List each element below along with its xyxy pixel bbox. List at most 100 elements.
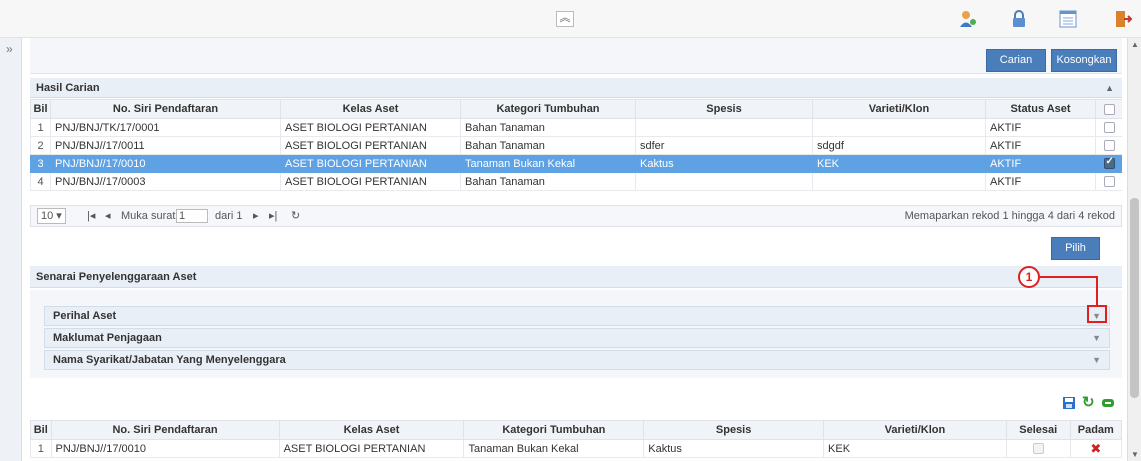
row-kelas: ASET BIOLOGI PERTANIAN [280,172,461,191]
collapse-header-button[interactable]: ︽ [556,11,574,27]
checkbox-icon[interactable] [1103,140,1115,152]
col-kelas-aset[interactable]: Kelas Aset [280,99,461,119]
page-size-select[interactable]: 10 ▾ [37,208,66,224]
table-row[interactable]: 2 PNJ/BNJ//17/0011 ASET BIOLOGI PERTANIAN B… [30,136,1122,155]
callout-highlight-box [1087,305,1107,323]
row-spesis [635,118,813,137]
row-bil: 4 [30,172,51,191]
search-toolbar [30,38,1122,74]
search-button[interactable]: Carian [986,49,1046,72]
col-varieti: Varieti/Klon [823,420,1007,440]
row-varieti: sdgdf [812,136,986,155]
col-varieti[interactable]: Varieti/Klon [812,99,986,119]
page-scrollbar[interactable]: ▲ ▼ [1127,38,1141,461]
panel-maklumat-penjagaan-title: Maklumat Penjagaan [53,332,162,344]
collapse-caret-icon[interactable]: ▲ [1105,78,1114,98]
row-kategori: Bahan Tanaman [460,136,636,155]
main-content: Carian Kosongkan Hasil Carian ▲ Bil No. … [30,38,1122,461]
last-page-icon[interactable]: ▸| [269,206,277,226]
row-status: AKTIF [985,172,1096,191]
row-no-siri: PNJ/BNJ//17/0010 [50,439,280,458]
user-settings-icon[interactable] [958,9,978,29]
col-spesis[interactable]: Spesis [635,99,813,119]
next-page-icon[interactable]: ▸ [253,206,259,226]
page-of-label: dari 1 [215,210,243,222]
scroll-up-icon[interactable]: ▲ [1131,40,1139,49]
row-varieti: KEK [823,439,1007,458]
logout-icon[interactable] [1113,9,1133,29]
panel-maklumat-penjagaan[interactable]: Maklumat Penjagaan ▼ [44,328,1110,348]
checkbox-icon[interactable] [1103,176,1115,188]
expand-sidebar-icon[interactable]: » [6,42,13,56]
list-window-icon[interactable] [1058,9,1078,29]
row-kelas: ASET BIOLOGI PERTANIAN [280,118,461,137]
select-all-checkbox[interactable] [1095,99,1122,119]
checkbox-icon[interactable] [1103,122,1115,134]
row-bil: 1 [30,439,52,458]
row-kategori: Tanaman Bukan Kekal [463,439,645,458]
col-selesai: Selesai [1005,420,1071,440]
row-no-siri: PNJ/BNJ//17/0010 [50,154,281,173]
table-row[interactable]: 4 PNJ/BNJ//17/0003 ASET BIOLOGI PERTANIAN B… [30,172,1122,191]
results-title: Hasil Carian [36,82,100,94]
row-bil: 3 [30,154,51,173]
refresh-icon[interactable]: ↻ [1082,393,1095,411]
panel-perihal-aset[interactable]: Perihal Aset ▼ [44,306,1110,326]
panel-nama-syarikat-title: Nama Syarikat/Jabatan Yang Menyelenggara [53,354,286,366]
row-kelas: ASET BIOLOGI PERTANIAN [280,136,461,155]
row-checkbox[interactable] [1095,172,1122,191]
results-section-header[interactable]: Hasil Carian ▲ [30,78,1122,98]
row-kelas: ASET BIOLOGI PERTANIAN [278,439,465,458]
col-kategori[interactable]: Kategori Tumbuhan [460,99,636,119]
row-checkbox[interactable] [1095,154,1122,173]
row-checkbox[interactable] [1095,118,1122,137]
row-kategori: Bahan Tanaman [460,118,636,137]
callout-line [1040,276,1098,278]
maintenance-section-header: Senarai Penyelenggaraan Aset [30,266,1122,288]
row-bil: 1 [30,118,51,137]
row-spesis: sdfer [635,136,813,155]
expand-caret-icon[interactable]: ▼ [1092,329,1101,347]
row-varieti [812,172,986,191]
expand-caret-icon[interactable]: ▼ [1092,351,1101,369]
detail-header-row: Bil No. Siri Pendaftaran Kelas Aset Kate… [30,420,1122,440]
col-no-siri[interactable]: No. Siri Pendaftaran [50,99,281,119]
save-icon[interactable] [1062,396,1076,410]
scroll-thumb[interactable] [1130,198,1139,398]
page-label: Muka surat [121,210,176,222]
pager-bar: 10 ▾ |◂ ◂ Muka surat 1 dari 1 ▸ ▸| ↻ Mem… [30,205,1122,227]
row-status: AKTIF [985,136,1096,155]
row-status: AKTIF [985,154,1096,173]
table-row[interactable]: 3 PNJ/BNJ//17/0010 ASET BIOLOGI PERTANIAN T… [30,154,1122,173]
row-no-siri: PNJ/BNJ//17/0011 [50,136,281,155]
row-kelas: ASET BIOLOGI PERTANIAN [280,154,461,173]
row-bil: 2 [30,136,51,155]
table-row: 1 PNJ/BNJ//17/0010 ASET BIOLOGI PERTANIAN T… [30,439,1122,458]
clear-button[interactable]: Kosongkan [1051,49,1117,72]
page-number-input[interactable]: 1 [176,209,208,223]
row-checkbox[interactable] [1095,136,1122,155]
col-status[interactable]: Status Aset [985,99,1096,119]
col-kelas-aset: Kelas Aset [278,420,465,440]
table-row[interactable]: 1 PNJ/BNJ/TK/17/0001 ASET BIOLOGI PERTANIA… [30,118,1122,137]
panel-nama-syarikat[interactable]: Nama Syarikat/Jabatan Yang Menyelenggara… [44,350,1110,370]
maintenance-title: Senarai Penyelenggaraan Aset [36,271,197,283]
first-page-icon[interactable]: |◂ [87,206,95,226]
selesai-checkbox[interactable] [1005,439,1071,458]
refresh-icon[interactable]: ↻ [291,206,300,226]
col-kategori: Kategori Tumbuhan [463,420,645,440]
checkbox-icon[interactable] [1032,443,1044,455]
minus-icon[interactable] [1101,397,1115,409]
left-collapsed-sidebar: » [0,38,22,461]
lock-icon[interactable] [1009,9,1029,29]
checkbox-icon[interactable] [1103,156,1115,170]
delete-icon[interactable]: ✖ [1069,439,1122,458]
select-button[interactable]: Pilih [1051,237,1100,260]
row-kategori: Bahan Tanaman [460,172,636,191]
row-no-siri: PNJ/BNJ//17/0003 [50,172,281,191]
prev-page-icon[interactable]: ◂ [105,206,111,226]
row-varieti [812,118,986,137]
scroll-down-icon[interactable]: ▼ [1131,450,1139,459]
row-varieti: KEK [812,154,986,173]
panel-perihal-aset-title: Perihal Aset [53,310,117,322]
